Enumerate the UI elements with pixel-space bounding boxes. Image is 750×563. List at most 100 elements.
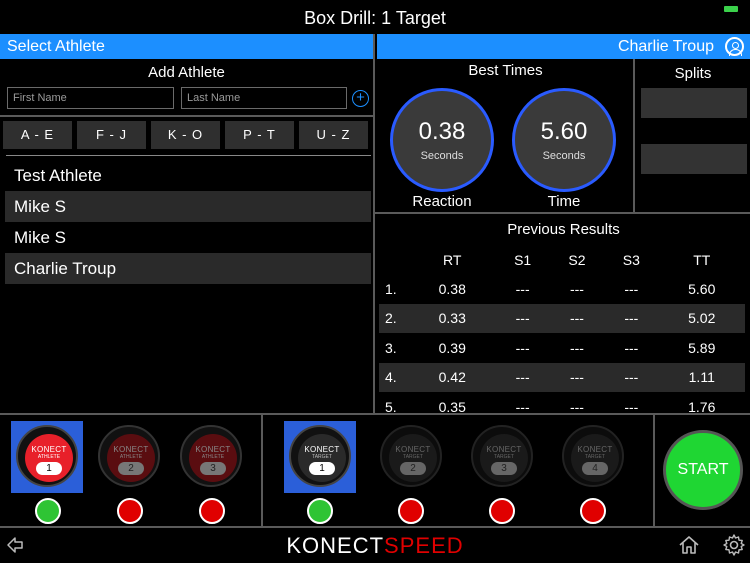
previous-results-title: Previous Results	[507, 221, 620, 238]
table-row[interactable]: 1. 0.38 --- --- --- 5.60	[379, 274, 745, 304]
sensor-brand: KONECT	[577, 445, 613, 454]
table-row[interactable]: 2. 0.33 --- --- --- 5.02	[379, 303, 745, 333]
sensor-brand: KONECT	[486, 445, 522, 454]
table-row[interactable]: 5. 0.35 --- --- --- 1.76	[379, 392, 745, 422]
sensor-number: 1	[309, 462, 335, 475]
table-row[interactable]: 4. 0.42 --- --- --- 1.11	[379, 362, 745, 392]
split-slot	[641, 144, 747, 174]
divider	[0, 115, 373, 117]
best-times-title: Best Times	[468, 62, 543, 79]
konectspeed-logo: KONECTSPEED	[0, 533, 750, 559]
table-cell: 2.	[379, 303, 409, 333]
list-item[interactable]: Charlie Troup	[5, 253, 371, 284]
time-unit: Seconds	[542, 150, 586, 162]
table-cell: ---	[569, 280, 584, 297]
home-icon[interactable]	[678, 535, 700, 555]
sensor-type: TARGET	[585, 454, 605, 460]
sensor-type: ATHLETE	[201, 454, 225, 460]
target-sensor-4[interactable]: KONECT TARGET 4	[562, 425, 624, 487]
filter-u-z-button[interactable]: U - Z	[299, 121, 368, 149]
sensor-number: 3	[491, 462, 517, 475]
table-row[interactable]: 3. 0.39 --- --- --- 5.89	[379, 333, 745, 363]
start-button[interactable]: START	[663, 430, 743, 510]
filter-k-o-button[interactable]: K - O	[151, 121, 220, 149]
list-item[interactable]: Mike S	[5, 222, 371, 253]
sensor-type: TARGET	[403, 454, 423, 460]
table-cell: 5.02	[658, 303, 745, 333]
column-header: S3	[622, 251, 640, 268]
current-athlete-name: Charlie Troup	[617, 38, 714, 55]
athlete-sensor-2-status	[117, 498, 143, 524]
table-cell: ---	[495, 303, 550, 333]
divider	[0, 526, 750, 528]
target-sensor-1[interactable]: KONECT TARGET 1	[289, 425, 351, 487]
table-cell: 4.	[379, 362, 409, 392]
column-header: RT	[443, 251, 462, 268]
total-time-gauge: 5.60 Seconds	[512, 88, 616, 192]
table-cell: 1.76	[688, 398, 716, 415]
first-name-input[interactable]	[7, 87, 174, 109]
sensor-number: 4	[582, 462, 608, 475]
athlete-sensor-2[interactable]: KONECT ATHLETE 2	[98, 425, 160, 487]
athlete-sensor-1-status	[35, 498, 61, 524]
table-cell: ---	[624, 398, 639, 415]
table-cell: 1.	[385, 280, 397, 297]
table-cell: ---	[624, 339, 639, 356]
logo-part: KONECT	[286, 533, 385, 558]
sensor-brand: KONECT	[395, 445, 431, 454]
table-cell: ---	[515, 280, 530, 297]
table-cell: ---	[495, 362, 550, 392]
current-athlete-header[interactable]: Charlie Troup	[377, 34, 750, 59]
filter-p-t-button[interactable]: P - T	[225, 121, 294, 149]
sensor-brand: KONECT	[113, 445, 149, 454]
divider	[633, 59, 635, 213]
divider	[261, 414, 263, 526]
athlete-sensor-3[interactable]: KONECT ATHLETE 3	[180, 425, 242, 487]
user-icon[interactable]	[725, 37, 744, 56]
column-header: S2	[568, 251, 586, 268]
list-item[interactable]: Mike S	[5, 191, 371, 222]
gear-icon[interactable]	[722, 533, 746, 557]
reaction-unit: Seconds	[420, 150, 464, 162]
reaction-label: Reaction	[412, 193, 472, 210]
add-athlete-title: Add Athlete	[148, 64, 225, 81]
time-value: 5.60	[540, 118, 588, 145]
table-cell: 5.89	[688, 339, 716, 356]
filter-f-j-button[interactable]: F - J	[77, 121, 146, 149]
sensor-number: 1	[36, 462, 62, 475]
table-cell: 1.11	[658, 362, 745, 392]
target-sensor-3[interactable]: KONECT TARGET 3	[471, 425, 533, 487]
split-slot	[641, 88, 747, 118]
table-cell: ---	[604, 303, 659, 333]
add-athlete-button[interactable]: +	[352, 90, 369, 107]
last-name-input[interactable]	[181, 87, 347, 109]
table-cell: 0.33	[409, 303, 496, 333]
table-cell: ---	[515, 398, 530, 415]
column-header: S1	[514, 251, 532, 268]
target-sensor-1-status	[307, 498, 333, 524]
target-sensor-2[interactable]: KONECT TARGET 2	[380, 425, 442, 487]
table-cell: ---	[624, 280, 639, 297]
target-sensor-2-status	[398, 498, 424, 524]
filter-a-e-button[interactable]: A - E	[3, 121, 72, 149]
battery-icon	[724, 6, 738, 12]
list-item[interactable]: Test Athlete	[5, 160, 371, 191]
sensor-type: TARGET	[312, 454, 332, 460]
table-cell: 0.39	[438, 339, 466, 356]
target-sensor-3-status	[489, 498, 515, 524]
logo-part: SPEED	[384, 533, 464, 558]
athlete-sensor-1[interactable]: KONECT ATHLETE 1	[16, 425, 78, 487]
table-header-row: RT S1 S2 S3 TT	[379, 245, 745, 274]
sensor-type: ATHLETE	[37, 454, 61, 460]
divider	[375, 212, 750, 214]
sensor-number: 2	[118, 462, 144, 475]
sensor-brand: KONECT	[304, 445, 340, 454]
target-sensor-4-status	[580, 498, 606, 524]
page-title: Box Drill: 1 Target	[304, 8, 446, 28]
table-cell: ---	[569, 398, 584, 415]
table-cell: ---	[569, 339, 584, 356]
table-cell: 5.	[385, 398, 397, 415]
divider	[6, 155, 371, 156]
sensor-number: 2	[400, 462, 426, 475]
sensor-brand: KONECT	[31, 445, 67, 454]
